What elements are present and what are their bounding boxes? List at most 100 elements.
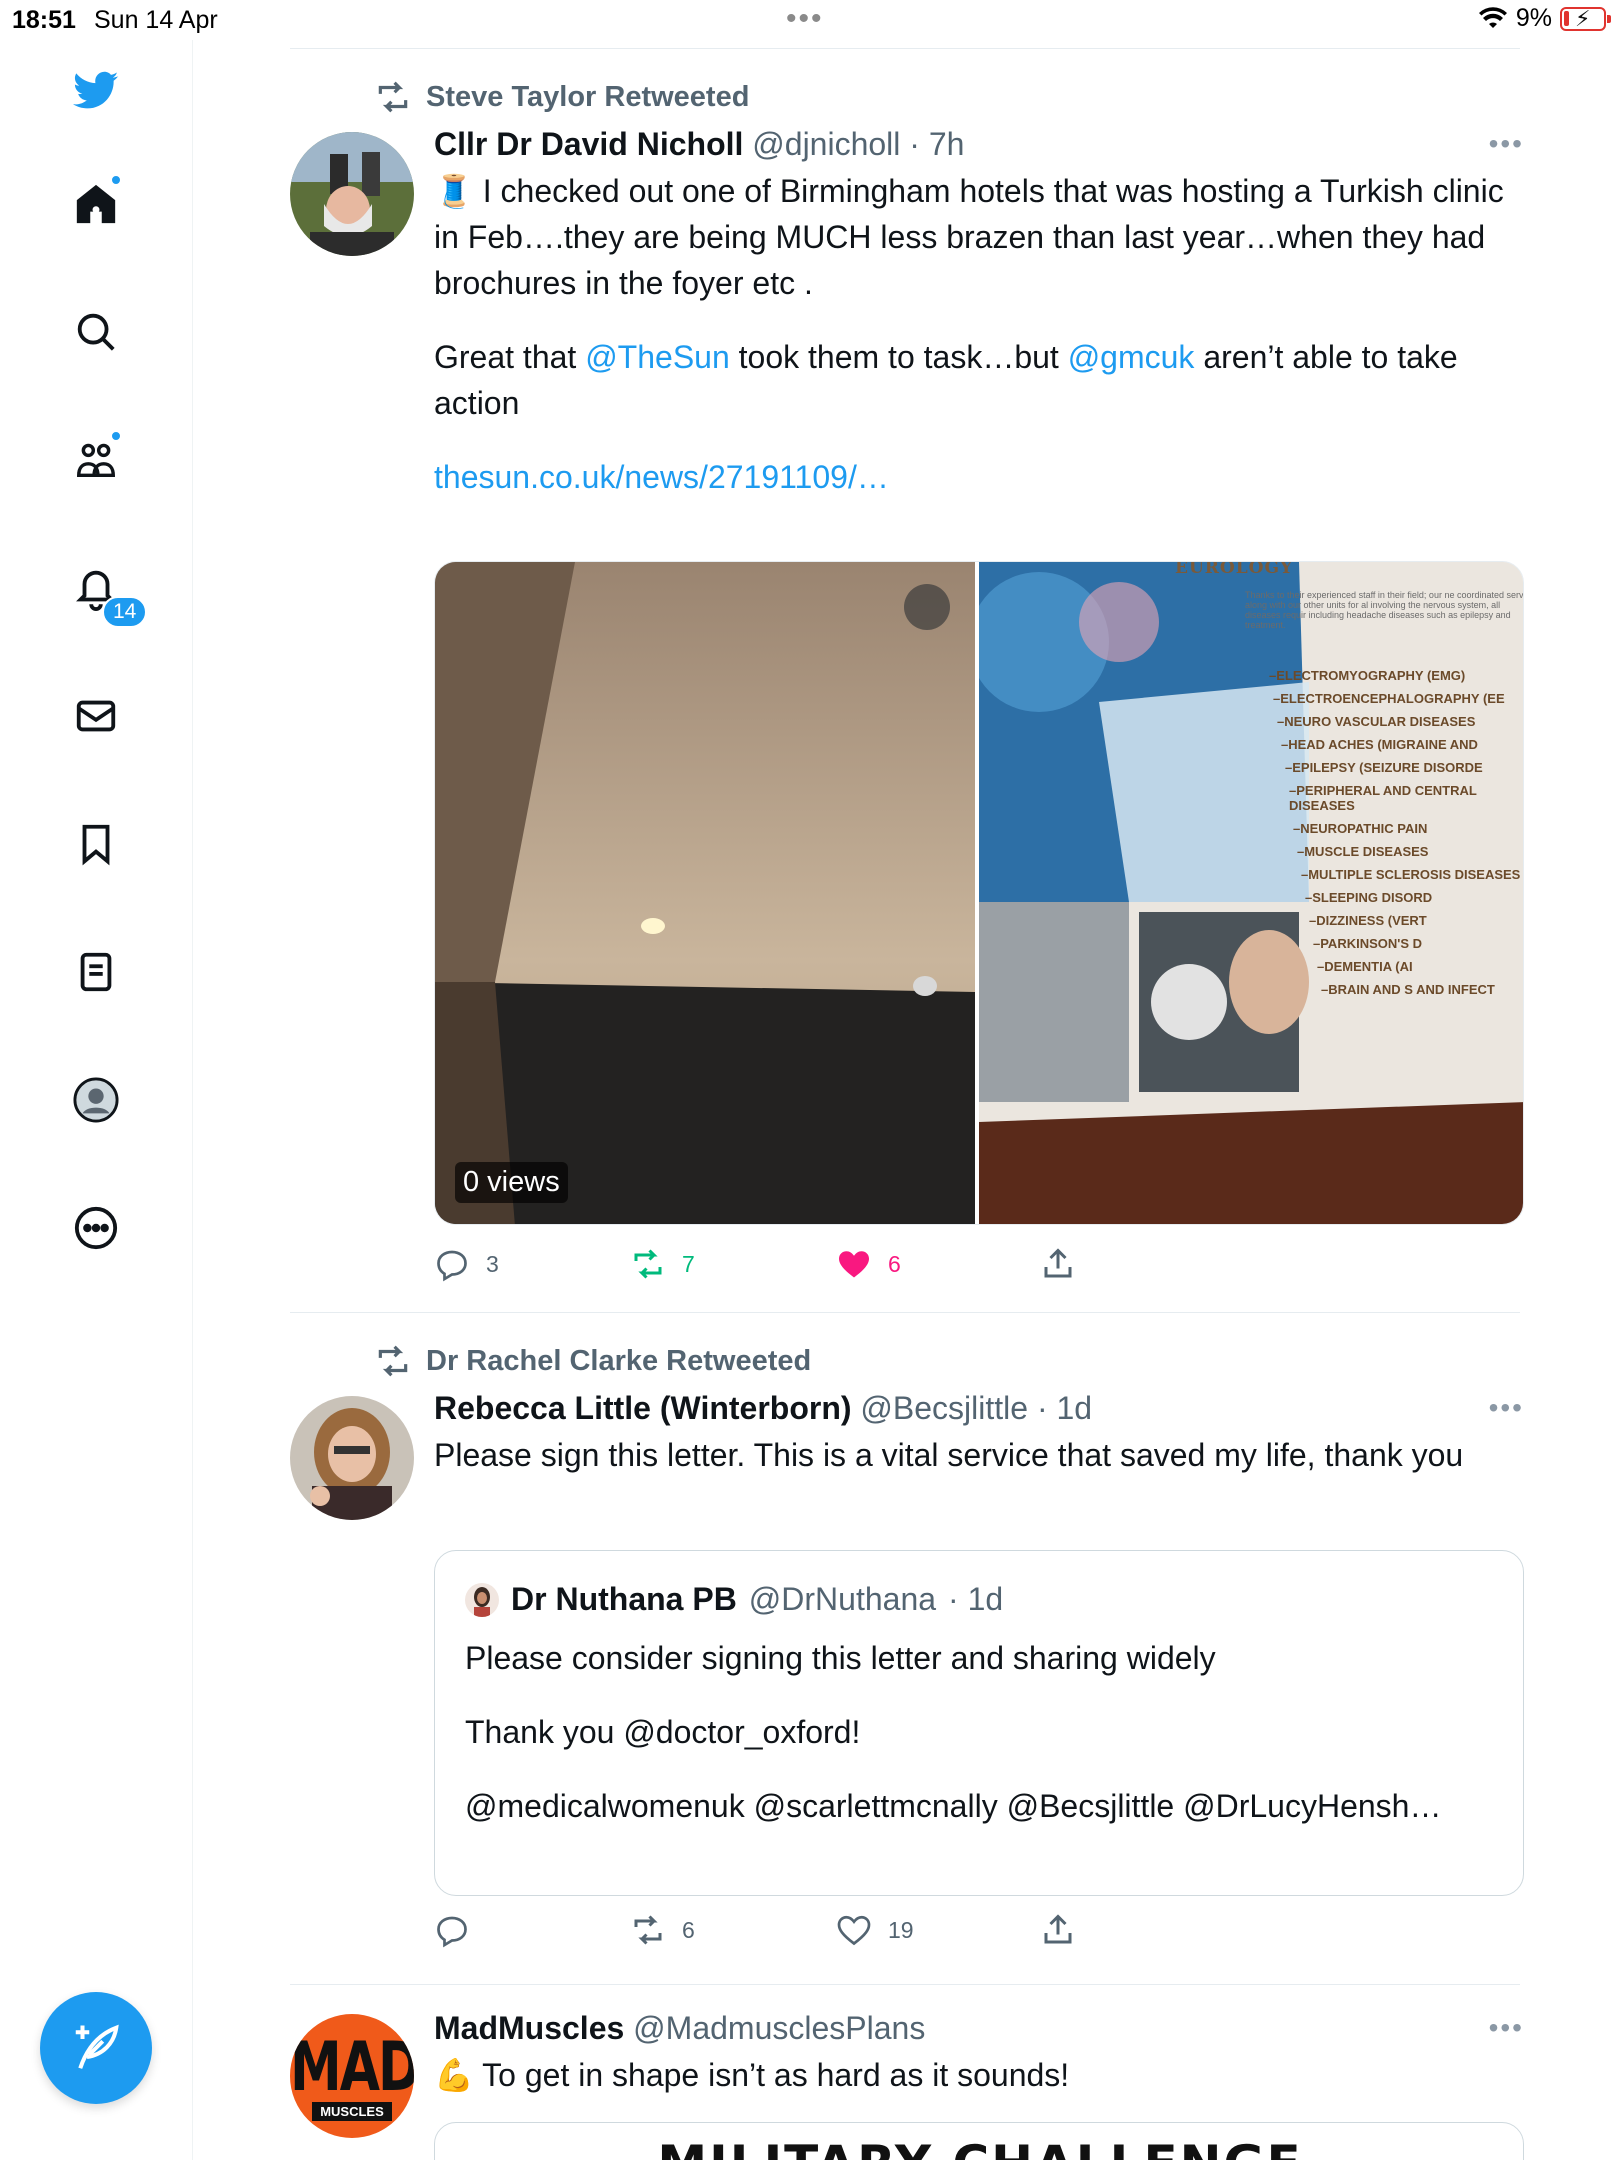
tweet-text-segment: took them to task…but bbox=[729, 339, 1068, 375]
author-name[interactable]: Rebecca Little (Winterborn) bbox=[434, 1390, 852, 1426]
quoted-author-name[interactable]: Dr Nuthana PB bbox=[511, 1581, 737, 1618]
profile-avatar-icon[interactable] bbox=[66, 1070, 126, 1130]
tweet-header: Rebecca Little (Winterborn) @Becsjlittle… bbox=[434, 1388, 1524, 1428]
quoted-author-handle[interactable]: @DrNuthana bbox=[749, 1581, 936, 1618]
author-name[interactable]: Cllr Dr David Nicholl bbox=[434, 126, 743, 162]
reply-button[interactable] bbox=[434, 1912, 486, 1948]
brochure-intro: Thanks to their experienced staff in the… bbox=[1245, 590, 1524, 630]
retweet-button[interactable]: 7 bbox=[630, 1246, 695, 1282]
tweet-body: Rebecca Little (Winterborn) @Becsjlittle… bbox=[434, 1388, 1524, 1478]
tweet-text-segment: Great that bbox=[434, 339, 586, 375]
tweet-paragraph: I checked out one of Birmingham hotels t… bbox=[434, 173, 1504, 301]
retweet-button[interactable]: 6 bbox=[630, 1912, 695, 1948]
tweet[interactable]: Dr Rachel Clarke Retweeted Rebecca Littl… bbox=[290, 1342, 1524, 1962]
retweet-count: 7 bbox=[682, 1250, 695, 1277]
mute-icon[interactable] bbox=[904, 584, 950, 630]
quoted-tweet[interactable]: Dr Nuthana PB @DrNuthana · 1d Please con… bbox=[434, 1550, 1524, 1896]
tweet-time[interactable]: · 1d bbox=[1037, 1390, 1092, 1426]
author-name[interactable]: MadMuscles bbox=[434, 2010, 624, 2046]
tweet-media[interactable]: 0 views EUROLOGY Thanks to their experie… bbox=[434, 561, 1524, 1225]
author-handle[interactable]: @MadmusclesPlans bbox=[633, 2010, 925, 2046]
search-icon[interactable] bbox=[66, 302, 126, 362]
retweet-icon bbox=[378, 1345, 408, 1377]
messages-icon[interactable] bbox=[66, 686, 126, 746]
share-button[interactable] bbox=[1040, 1912, 1076, 1948]
home-icon[interactable] bbox=[66, 174, 126, 234]
article-link[interactable]: thesun.co.uk/news/27191109/… bbox=[434, 459, 889, 495]
tweet-more-icon[interactable]: ••• bbox=[1489, 128, 1524, 160]
retweet-icon bbox=[378, 81, 408, 113]
timeline-top-divider bbox=[290, 48, 1520, 49]
thread-emoji: 🧵 bbox=[434, 173, 474, 209]
quoted-tweet-time[interactable]: · 1d bbox=[948, 1581, 1003, 1618]
tweet[interactable]: Steve Taylor Retweeted Cllr Dr David Nic… bbox=[290, 78, 1524, 1308]
brochure-list-item: –MULTIPLE SCLEROSIS DISEASES bbox=[1301, 867, 1521, 882]
retweeted-by-label: Steve Taylor Retweeted bbox=[426, 80, 750, 113]
like-count: 19 bbox=[888, 1916, 914, 1943]
tweet-body: MadMuscles @MadmusclesPlans ••• 💪 To get… bbox=[434, 2008, 1524, 2098]
tweet-divider bbox=[290, 1312, 1520, 1313]
reply-button[interactable]: 3 bbox=[434, 1246, 499, 1282]
quoted-paragraph: @medicalwomenuk @scarlettmcnally @Becsjl… bbox=[465, 1788, 1442, 1824]
communities-unread-dot bbox=[110, 430, 122, 442]
multitasking-dots-icon[interactable]: ••• bbox=[786, 2, 824, 36]
share-button[interactable] bbox=[1040, 1246, 1076, 1282]
retweet-icon bbox=[634, 1249, 662, 1279]
quoted-avatar[interactable] bbox=[465, 1582, 499, 1617]
like-count: 6 bbox=[888, 1250, 901, 1277]
compose-tweet-button[interactable] bbox=[40, 1992, 152, 2104]
brochure-list-item: –ELECTROENCEPHALOGRAPHY (EE bbox=[1273, 691, 1505, 706]
brochure-list-item: –NEUROPATHIC PAIN bbox=[1293, 821, 1428, 836]
video-player[interactable]: 0 views bbox=[435, 562, 975, 1224]
brochure-list-item: –NEURO VASCULAR DISEASES bbox=[1277, 714, 1476, 729]
like-button[interactable]: 6 bbox=[836, 1246, 901, 1282]
battery-percent: 9% bbox=[1515, 4, 1552, 32]
avatar[interactable] bbox=[290, 1396, 414, 1520]
tweet-actions: 6 19 bbox=[434, 1912, 1094, 1952]
heart-icon bbox=[837, 1915, 871, 1946]
brochure-list-item: –MUSCLE DISEASES bbox=[1297, 844, 1429, 859]
twitter-logo-icon[interactable] bbox=[66, 60, 126, 120]
avatar[interactable]: MAD MUSCLES bbox=[290, 2014, 414, 2138]
tweet[interactable]: MAD MUSCLES MadMuscles @MadmusclesPlans … bbox=[290, 2006, 1524, 2160]
tweet-time[interactable]: · 7h bbox=[909, 126, 964, 162]
bookmark-icon[interactable] bbox=[66, 814, 126, 874]
tweet-text: 💪 To get in shape isn’t as hard as it so… bbox=[434, 2052, 1524, 2098]
share-icon bbox=[1044, 1248, 1072, 1278]
retweet-icon bbox=[634, 1915, 662, 1945]
status-date: Sun 14 Apr bbox=[94, 6, 218, 34]
author-handle[interactable]: @Becsjlittle bbox=[860, 1390, 1028, 1426]
brochure-list-item: –PARKINSON'S D bbox=[1313, 936, 1423, 951]
lists-icon[interactable] bbox=[66, 942, 126, 1002]
status-bar: 18:51 Sun 14 Apr ••• 9% ⚡ bbox=[0, 0, 1620, 40]
tweet-text: 🧵 I checked out one of Birmingham hotels… bbox=[434, 168, 1524, 500]
mention-link[interactable]: @gmcuk bbox=[1068, 339, 1195, 375]
communities-icon[interactable] bbox=[66, 430, 126, 490]
tweet-paragraph: Great that @TheSun took them to task…but… bbox=[434, 334, 1524, 426]
reply-icon bbox=[437, 1916, 467, 1948]
mention-link[interactable]: @TheSun bbox=[585, 339, 730, 375]
brochure-list-item: –DIZZINESS (VERT bbox=[1309, 913, 1427, 928]
author-handle[interactable]: @djnicholl bbox=[752, 126, 900, 162]
brochure-heading: EUROLOGY bbox=[1175, 562, 1294, 578]
brochure-image[interactable]: EUROLOGY Thanks to their experienced sta… bbox=[979, 562, 1524, 1224]
avatar[interactable] bbox=[290, 132, 414, 256]
status-time: 18:51 bbox=[12, 6, 76, 34]
logo-subtext: MUSCLES bbox=[312, 2102, 392, 2121]
tweet-more-icon[interactable]: ••• bbox=[1489, 1392, 1524, 1424]
like-button[interactable]: 19 bbox=[836, 1912, 914, 1948]
brochure-list-item: –EPILEPSY (SEIZURE DISORDE bbox=[1285, 760, 1483, 775]
retweet-context: Dr Rachel Clarke Retweeted bbox=[374, 1342, 811, 1380]
logo-text: MAD bbox=[290, 2029, 414, 2107]
home-unread-dot bbox=[110, 174, 122, 186]
tweet-more-icon[interactable]: ••• bbox=[1489, 2012, 1524, 2044]
brochure-list-item: –SLEEPING DISORD bbox=[1305, 890, 1433, 905]
tweet-actions: 3 7 6 bbox=[434, 1246, 1094, 1286]
reply-count: 3 bbox=[486, 1250, 499, 1277]
ad-card[interactable]: MILITARY CHALLENGE bbox=[434, 2122, 1524, 2160]
sidebar: 14 bbox=[0, 40, 193, 2160]
feather-plus-icon bbox=[75, 2024, 119, 2069]
more-options-icon[interactable] bbox=[66, 1198, 126, 1258]
video-views: 0 views bbox=[455, 1162, 568, 1203]
quoted-paragraph: Please consider signing this letter and … bbox=[465, 1640, 1216, 1676]
